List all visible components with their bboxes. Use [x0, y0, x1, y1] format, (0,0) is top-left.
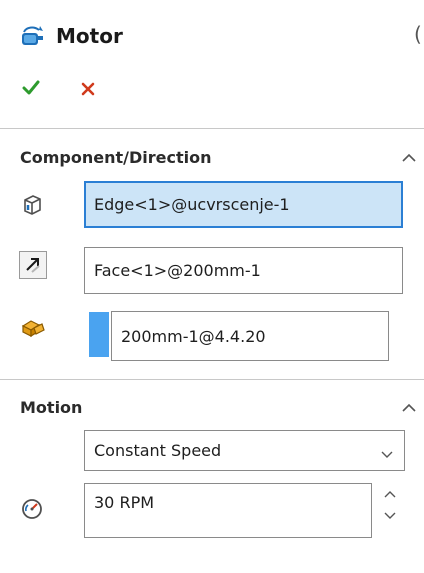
spin-up-button[interactable]	[380, 486, 400, 504]
motor-property-manager: Motor ( Component/Direction Edge<1>@ucvr…	[0, 0, 424, 573]
ok-button[interactable]	[19, 78, 43, 102]
collapse-component-direction-button[interactable]	[400, 150, 418, 164]
checkmark-icon	[22, 80, 40, 100]
help-icon[interactable]: (	[414, 22, 422, 46]
close-icon	[81, 81, 95, 100]
section-title-motion: Motion	[20, 398, 83, 417]
speedometer-icon	[20, 497, 44, 525]
collapse-motion-button[interactable]	[400, 400, 418, 414]
chevron-down-icon	[380, 444, 394, 463]
section-divider	[0, 128, 424, 129]
motion-type-value: Constant Speed	[94, 441, 222, 460]
speed-value: 30 RPM	[94, 493, 155, 512]
component-to-move-value: 200mm-1@4.4.20	[121, 326, 266, 346]
edge-selection-field[interactable]: Edge<1>@ucvrscenje-1	[84, 181, 403, 228]
motion-type-select[interactable]: Constant Speed	[84, 430, 405, 471]
reverse-direction-icon	[23, 255, 43, 279]
component-to-move-icon	[20, 316, 46, 344]
edge-selection-value: Edge<1>@ucvrscenje-1	[94, 195, 290, 214]
reverse-direction-button[interactable]	[19, 251, 47, 279]
speed-field[interactable]: 30 RPM	[84, 483, 372, 538]
section-title-component-direction: Component/Direction	[20, 148, 212, 167]
page-title: Motor	[56, 24, 123, 48]
edge-component-icon	[20, 193, 44, 221]
motor-icon	[20, 25, 46, 49]
cancel-button[interactable]	[76, 78, 100, 102]
component-to-move-field[interactable]: 200mm-1@4.4.20	[111, 311, 389, 361]
section-divider	[0, 379, 424, 380]
appearance-color-swatch[interactable]	[89, 312, 109, 357]
spin-down-button[interactable]	[380, 508, 400, 526]
face-selection-value: Face<1>@200mm-1	[94, 261, 261, 280]
face-selection-field[interactable]: Face<1>@200mm-1	[84, 247, 403, 294]
